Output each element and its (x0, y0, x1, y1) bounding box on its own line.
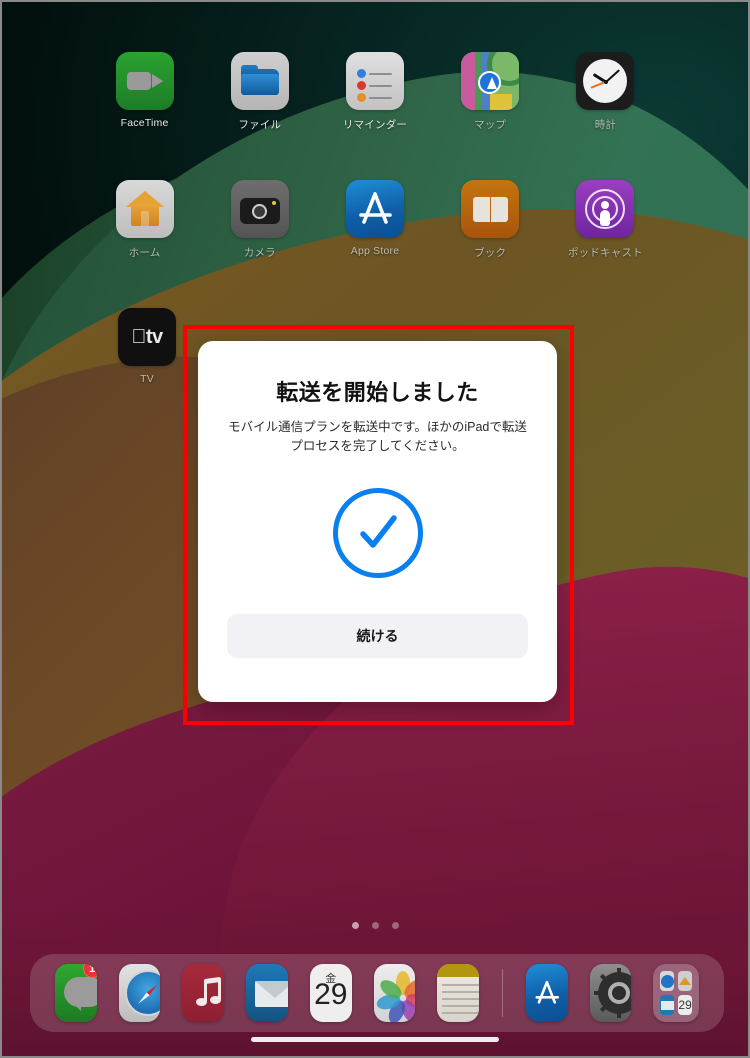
facetime-icon[interactable] (115, 52, 174, 110)
app-appstore[interactable]: App Store (317, 180, 432, 260)
dock: 1 金 29 29 (30, 954, 724, 1032)
app-files[interactable]: ファイル (202, 52, 317, 132)
page-dot-2[interactable] (371, 922, 379, 929)
app-home[interactable]: ホーム (87, 180, 202, 260)
calendar-date-number: 29 (314, 978, 348, 1011)
app-row-1: FaceTime ファイル リマインダー マップ 時計 (2, 52, 748, 132)
app-label: ブック (474, 247, 507, 259)
ipad-screen: FaceTime ファイル リマインダー マップ 時計 ホーム カメラ App … (0, 0, 750, 1058)
books-icon[interactable] (461, 180, 520, 238)
dock-safari-icon[interactable] (118, 964, 161, 1022)
dock-notes-icon[interactable] (437, 964, 480, 1022)
check-circle-icon (332, 488, 423, 578)
home-indicator[interactable] (251, 1037, 499, 1042)
files-icon[interactable] (230, 52, 289, 110)
mini-calendar-date: 29 (678, 998, 692, 1012)
app-label: マップ (474, 119, 507, 131)
home-icon[interactable] (115, 180, 174, 238)
app-label: FaceTime (120, 117, 169, 129)
app-row-2: ホーム カメラ App Store ブック ポッドキャスト (2, 180, 748, 260)
app-facetime[interactable]: FaceTime (87, 52, 202, 132)
dock-calendar-icon[interactable]: 金 29 (309, 964, 352, 1022)
app-maps[interactable]: マップ (433, 52, 548, 132)
app-books[interactable]: ブック (433, 180, 548, 260)
maps-icon[interactable] (461, 52, 520, 110)
app-label: ホーム (128, 247, 161, 259)
app-label: カメラ (243, 247, 276, 259)
app-clock[interactable]: 時計 (548, 52, 663, 132)
appletv-icon[interactable]: tv (118, 308, 176, 366)
podcasts-icon[interactable] (576, 180, 635, 238)
app-label: 時計 (594, 119, 617, 131)
app-podcasts[interactable]: ポッドキャスト (548, 180, 663, 260)
transfer-started-dialog: 転送を開始しました モバイル通信プランを転送中です。ほかのiPadで転送プロセス… (198, 341, 557, 702)
camera-icon[interactable] (230, 180, 289, 238)
app-reminders[interactable]: リマインダー (317, 52, 432, 132)
dock-settings-icon[interactable] (589, 964, 632, 1022)
app-camera[interactable]: カメラ (202, 180, 317, 260)
dock-divider (502, 969, 503, 1017)
page-dot-1[interactable] (351, 922, 359, 929)
app-label: App Store (350, 245, 400, 257)
dock-messages-icon[interactable]: 1 (55, 964, 97, 1022)
check-mark-glyph (359, 515, 397, 548)
dialog-body-text: モバイル通信プランを転送中です。ほかのiPadで転送プロセスを完了してください。 (228, 420, 527, 453)
continue-button[interactable]: 続ける (227, 614, 528, 658)
dialog-title: 転送を開始しました (276, 380, 479, 405)
mini-mail-icon (660, 995, 675, 1015)
messages-badge: 1 (82, 964, 97, 978)
dock-photos-icon[interactable] (373, 964, 416, 1022)
page-dot-3[interactable] (391, 922, 399, 929)
appstore-glyph (359, 192, 392, 224)
page-dots[interactable] (2, 922, 748, 929)
dock-recent-apps-folder[interactable]: 29 (653, 964, 699, 1022)
app-label: ポッドキャスト (567, 247, 643, 259)
dock-appstore-icon[interactable] (525, 964, 568, 1022)
appstore-glyph (535, 980, 559, 1004)
mini-calendar-icon: 29 (678, 995, 692, 1015)
appstore-icon[interactable] (346, 180, 404, 238)
mini-safari-icon (660, 971, 675, 991)
clock-icon[interactable] (576, 52, 635, 110)
app-label: ファイル (238, 119, 282, 131)
mini-home-icon (678, 971, 692, 991)
app-label: TV (140, 373, 154, 385)
reminders-icon[interactable] (346, 52, 404, 110)
dock-music-icon[interactable] (182, 964, 225, 1022)
app-label: リマインダー (342, 119, 408, 131)
dock-mail-icon[interactable] (246, 964, 288, 1022)
